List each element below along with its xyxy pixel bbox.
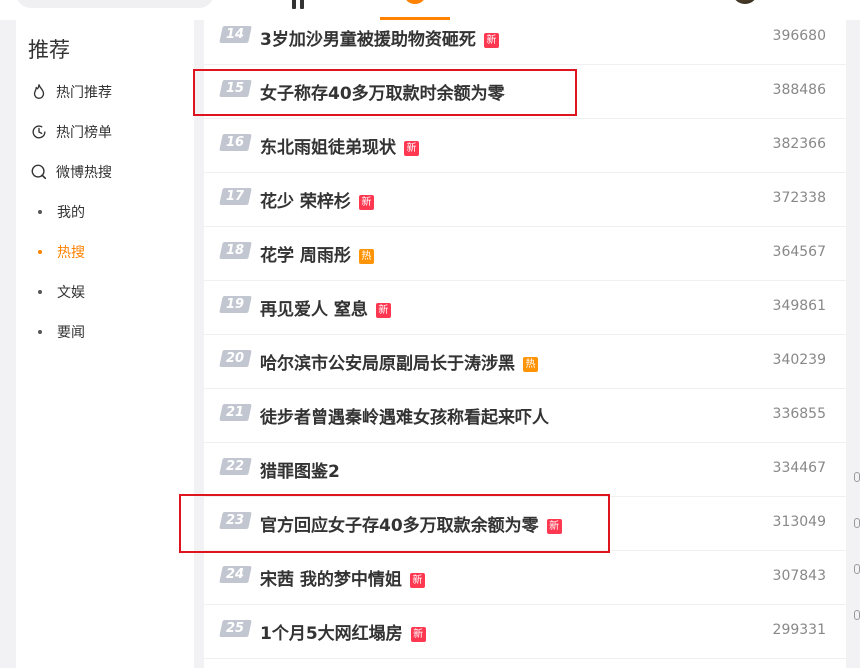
- rank-badge: 20: [219, 350, 252, 367]
- sidebar-item-hot-recommend[interactable]: 热门推荐: [30, 80, 112, 104]
- new-badge: 新: [404, 141, 419, 156]
- sidebar-sub-news[interactable]: 要闻: [38, 322, 85, 342]
- hot-search-row[interactable]: 19 再见爱人 窒息新 349861: [204, 281, 846, 335]
- hot-search-count: 382366: [772, 136, 826, 152]
- top-search-box[interactable]: [16, 0, 214, 8]
- sidebar-sub-label: 我的: [57, 205, 85, 221]
- hot-search-list: 14 3岁加沙男童被援助物资砸死新 396680 15 女子称存40多万取款时余…: [204, 20, 846, 668]
- right-panel-icon[interactable]: [854, 564, 860, 574]
- sidebar-sub-label: 热搜: [57, 245, 85, 261]
- rank-badge: 23: [219, 512, 252, 529]
- top-nav-active-icon[interactable]: [405, 0, 425, 4]
- new-badge: 新: [358, 195, 374, 210]
- rank-badge: 17: [219, 188, 252, 205]
- hot-search-count: 336855: [772, 406, 826, 422]
- rank-badge: 18: [219, 242, 252, 259]
- hot-badge: 热: [358, 249, 374, 264]
- hot-search-count: 334467: [772, 460, 826, 476]
- sidebar-item-label: 热门榜单: [56, 125, 112, 141]
- hot-search-count: 299331: [772, 622, 826, 638]
- hot-search-title[interactable]: 1个月5大网红塌房新: [260, 619, 426, 644]
- bullet-icon: [38, 330, 42, 334]
- rank-badge: 14: [219, 26, 252, 43]
- hot-search-title[interactable]: 3岁加沙男童被援助物资砸死新: [260, 25, 499, 50]
- right-panel-icon[interactable]: [854, 610, 860, 620]
- hot-search-title[interactable]: 再见爱人 窒息新: [260, 295, 391, 320]
- rank-badge: 25: [219, 620, 252, 637]
- sidebar-sub-entertainment[interactable]: 文娱: [38, 282, 85, 302]
- hot-search-title[interactable]: 花少 荣梓杉新: [260, 187, 374, 212]
- hot-search-title[interactable]: 花学 周雨彤热: [260, 241, 374, 266]
- clock-icon: [32, 125, 46, 139]
- sidebar: 推荐 热门推荐 热门榜单 微博热搜 我的 热搜 文娱 要闻: [16, 20, 194, 668]
- hot-search-title[interactable]: 徒步者曾遇秦岭遇难女孩称看起来吓人: [260, 403, 549, 428]
- hot-search-count: 307843: [772, 568, 826, 584]
- hot-search-count: 349861: [772, 298, 826, 314]
- rank-badge: 22: [219, 458, 252, 475]
- sidebar-sub-label: 要闻: [57, 325, 85, 341]
- sidebar-sub-mine[interactable]: 我的: [38, 202, 85, 222]
- avatar[interactable]: [732, 0, 758, 4]
- hot-search-count: 396680: [772, 28, 826, 44]
- hot-search-title[interactable]: 东北雨姐徒弟现状新: [260, 133, 419, 158]
- hot-search-row[interactable]: 22 猎罪图鉴2 334467: [204, 443, 846, 497]
- rank-badge: 15: [219, 80, 252, 97]
- hot-search-count: 388486: [772, 82, 826, 98]
- rank-badge: 24: [219, 566, 252, 583]
- sidebar-item-label: 热门推荐: [56, 85, 112, 101]
- sidebar-item-label: 微博热搜: [56, 165, 112, 181]
- hot-search-row[interactable]: 23 官方回应女子存40多万取款余额为零新 313049: [204, 497, 846, 551]
- sidebar-sub-label: 文娱: [57, 285, 85, 301]
- new-badge: 新: [409, 573, 425, 588]
- hot-search-count: 313049: [772, 514, 826, 530]
- top-nav-icon[interactable]: [292, 0, 314, 9]
- sidebar-item-hot-rankings[interactable]: 热门榜单: [30, 120, 112, 144]
- hot-search-row[interactable]: 18 花学 周雨彤热 364567: [204, 227, 846, 281]
- sidebar-sub-hot-search[interactable]: 热搜: [38, 242, 85, 262]
- hot-search-row[interactable]: 24 宋茜 我的梦中情姐新 307843: [204, 551, 846, 605]
- hot-search-row[interactable]: 17 花少 荣梓杉新 372338: [204, 173, 846, 227]
- sidebar-item-weibo-hot-search[interactable]: 微博热搜: [30, 160, 112, 184]
- hot-search-count: 364567: [772, 244, 826, 260]
- hot-search-title[interactable]: 哈尔滨市公安局原副局长于涛涉黑热: [260, 349, 538, 374]
- right-panel-icon[interactable]: [854, 472, 860, 482]
- bullet-icon: [38, 250, 42, 254]
- new-badge: 新: [375, 303, 391, 318]
- flame-icon: [33, 84, 45, 99]
- bullet-icon: [38, 210, 42, 214]
- hot-search-title[interactable]: 宋茜 我的梦中情姐新: [260, 565, 425, 590]
- hot-search-row[interactable]: 16 东北雨姐徒弟现状新 382366: [204, 119, 846, 173]
- hot-search-row[interactable]: 25 1个月5大网红塌房新 299331: [204, 605, 846, 659]
- hot-search-row[interactable]: 15 女子称存40多万取款时余额为零 388486: [204, 65, 846, 119]
- hot-badge: 热: [523, 357, 538, 372]
- new-badge: 新: [546, 519, 562, 534]
- rank-badge: 19: [219, 296, 252, 313]
- hot-search-row[interactable]: 20 哈尔滨市公安局原副局长于涛涉黑热 340239: [204, 335, 846, 389]
- rank-badge: 16: [219, 134, 252, 151]
- rank-badge: 21: [219, 404, 252, 421]
- right-panel-icon[interactable]: [854, 518, 860, 528]
- sidebar-title: 推荐: [28, 38, 70, 62]
- hot-search-row[interactable]: 14 3岁加沙男童被援助物资砸死新 396680: [204, 11, 846, 65]
- new-badge: 新: [410, 627, 426, 642]
- hot-search-title[interactable]: 女子称存40多万取款时余额为零: [260, 79, 505, 104]
- hot-search-count: 340239: [772, 352, 826, 368]
- hot-search-row[interactable]: 21 徒步者曾遇秦岭遇难女孩称看起来吓人 336855: [204, 389, 846, 443]
- hot-search-title[interactable]: 猎罪图鉴2: [260, 457, 340, 482]
- bullet-icon: [38, 290, 42, 294]
- search-icon: [31, 164, 47, 180]
- hot-search-title[interactable]: 官方回应女子存40多万取款余额为零新: [260, 511, 562, 536]
- new-badge: 新: [483, 33, 499, 48]
- hot-search-count: 372338: [772, 190, 826, 206]
